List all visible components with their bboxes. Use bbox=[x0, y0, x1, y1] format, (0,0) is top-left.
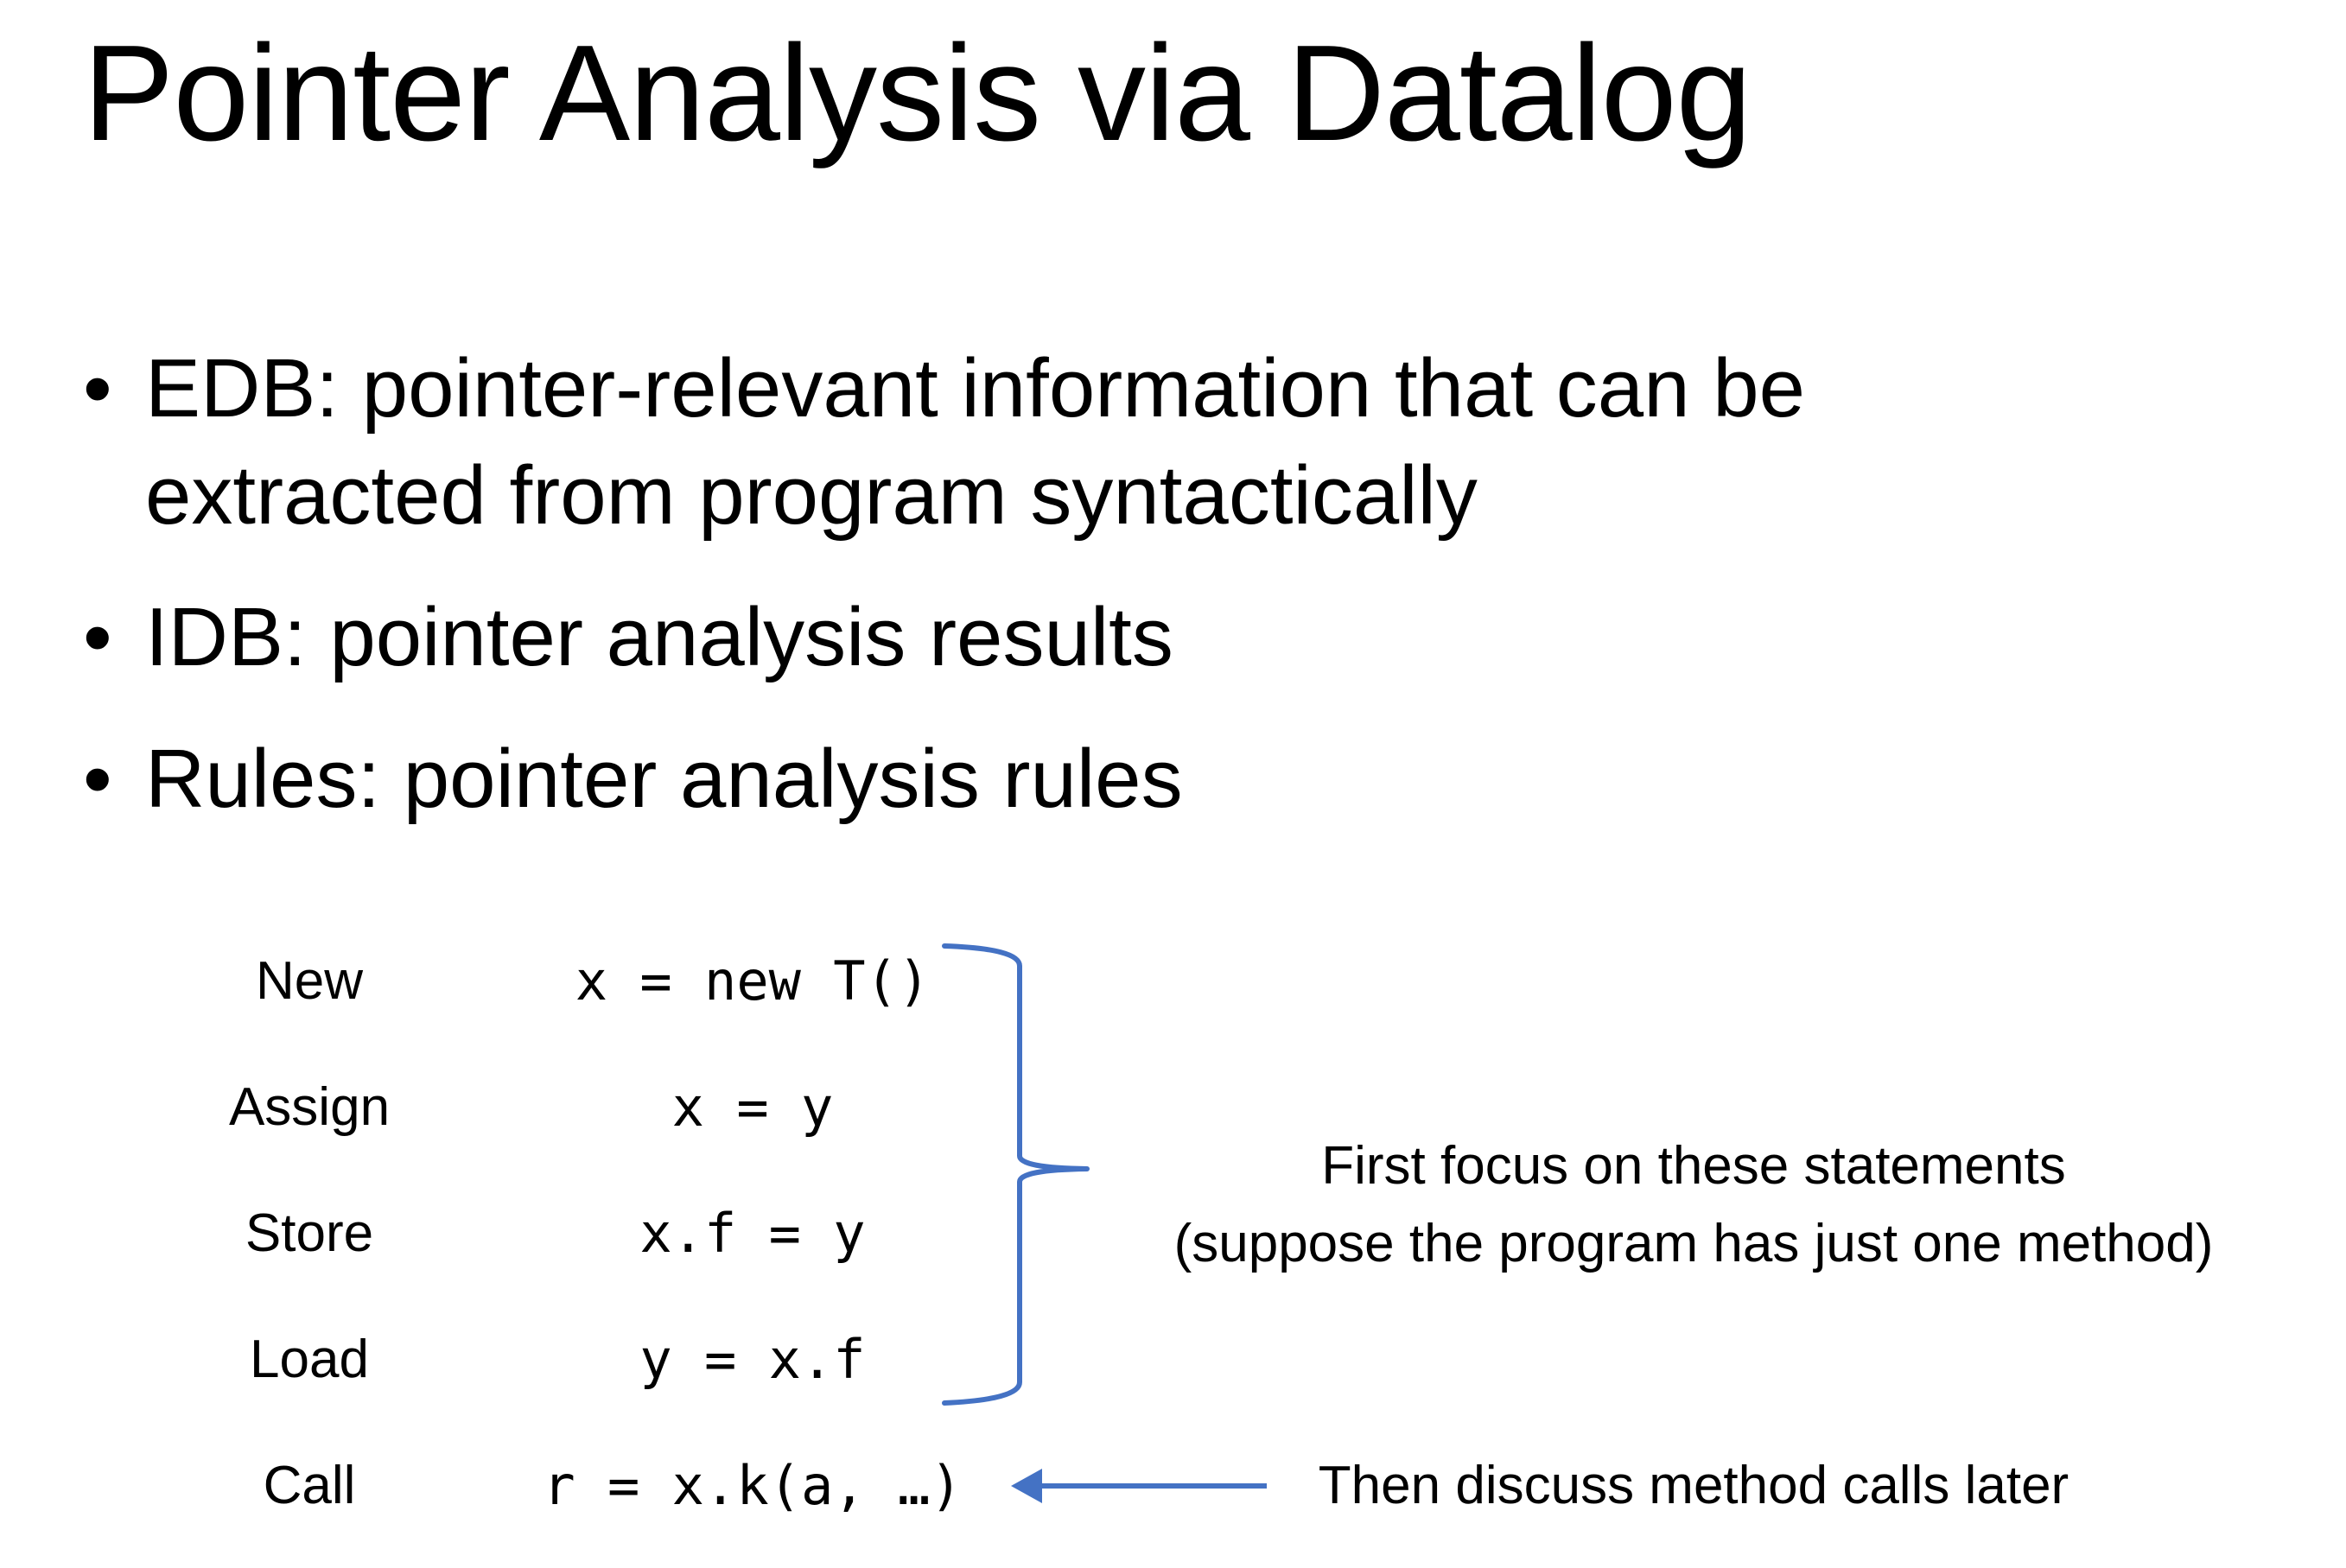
later-note: Then discuss method calls later bbox=[1318, 1456, 2069, 1515]
annotation-layer bbox=[942, 943, 1267, 1503]
focus-note-line-1: First focus on these statements bbox=[1321, 1136, 2066, 1196]
arrow-left-icon bbox=[1011, 1469, 1042, 1503]
focus-note-line-2: (suppose the program has just one method… bbox=[1173, 1214, 2214, 1273]
right-brace-icon bbox=[942, 943, 1090, 1406]
